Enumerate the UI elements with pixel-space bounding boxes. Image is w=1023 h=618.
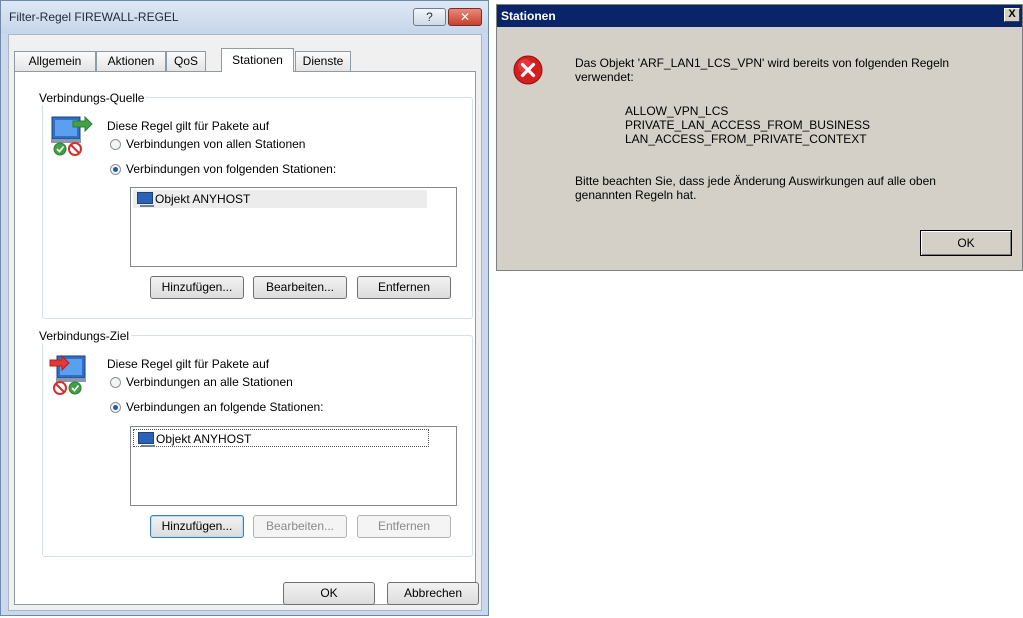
message-ok-button[interactable]: OK [920,230,1012,256]
destination-stations-list[interactable]: Objekt ANYHOST [130,426,457,506]
tab-dienste[interactable]: Dienste [295,51,351,71]
destination-add-button[interactable]: Hinzufügen... [150,515,244,538]
list-item[interactable]: Objekt ANYHOST [133,429,429,447]
cancel-button[interactable]: Abbrechen [387,582,479,605]
source-add-button[interactable]: Hinzufügen... [150,276,244,299]
note-line-2: genannten Regeln hat. [575,188,697,202]
tab-qos[interactable]: QoS [166,51,206,71]
list-item-label: Objekt ANYHOST [155,192,251,206]
destination-rule-text: Diese Regel gilt für Pakete auf [107,357,270,371]
dialog-title: Filter-Regel FIREWALL-REGEL [9,10,179,24]
destination-remove-button: Entfernen [357,515,451,538]
source-group-label: Verbindungs-Quelle [37,91,147,105]
message-dialog-title: Stationen [501,9,556,23]
title-bar[interactable]: Filter-Regel FIREWALL-REGEL ? ✕ [1,1,488,33]
source-stations-list[interactable]: Objekt ANYHOST [130,187,457,267]
filter-rule-dialog: Filter-Regel FIREWALL-REGEL ? ✕ Allgemei… [0,0,489,616]
destination-station-icon [49,354,86,395]
close-button[interactable]: ✕ [448,8,482,26]
source-radio-following-label[interactable]: Verbindungen von folgenden Stationen: [126,162,336,176]
message-line-1: Das Objekt 'ARF_LAN1_LCS_VPN' wird berei… [575,56,950,70]
error-icon [513,55,543,85]
destination-radio-following[interactable] [110,402,121,413]
rule-name: PRIVATE_LAN_ACCESS_FROM_BUSINESS [625,118,870,132]
list-item[interactable]: Objekt ANYHOST [133,190,427,208]
close-icon[interactable]: X [1004,8,1020,22]
note-line-1: Bitte beachten Sie, dass jede Änderung A… [575,174,936,188]
destination-radio-all-label[interactable]: Verbindungen an alle Stationen [126,375,293,389]
stationen-message-dialog: Stationen X Das Objekt 'ARF_LAN1_LCS_VPN… [496,4,1023,271]
message-title-bar[interactable]: Stationen X [497,5,1022,27]
source-radio-all[interactable] [110,139,121,150]
source-radio-all-label[interactable]: Verbindungen von allen Stationen [126,137,305,151]
destination-edit-button: Bearbeiten... [253,515,347,538]
destination-radio-following-label[interactable]: Verbindungen an folgende Stationen: [126,400,324,414]
destination-group-label: Verbindungs-Ziel [37,329,132,343]
host-icon [138,432,155,447]
help-button[interactable]: ? [413,8,446,26]
ok-button[interactable]: OK [283,582,375,605]
source-radio-following[interactable] [110,164,121,175]
tab-aktionen[interactable]: Aktionen [96,51,166,71]
tab-stationen[interactable]: Stationen [221,48,294,72]
destination-radio-all[interactable] [110,377,121,388]
dialog-client-area: Allgemein Aktionen QoS Stationen Dienste… [8,34,482,611]
source-remove-button[interactable]: Entfernen [357,276,451,299]
stationen-tab-panel: Verbindungs-Quelle Diese Regel gilt für … [14,71,476,605]
list-item-label: Objekt ANYHOST [156,432,252,446]
source-edit-button[interactable]: Bearbeiten... [253,276,347,299]
message-line-2: verwendet: [575,70,634,84]
source-station-icon [51,115,93,156]
source-rule-text: Diese Regel gilt für Pakete auf [107,119,270,133]
rule-name: ALLOW_VPN_LCS [625,104,729,118]
rule-name: LAN_ACCESS_FROM_PRIVATE_CONTEXT [625,132,867,146]
host-icon [137,192,154,207]
tab-allgemein[interactable]: Allgemein [14,51,96,71]
